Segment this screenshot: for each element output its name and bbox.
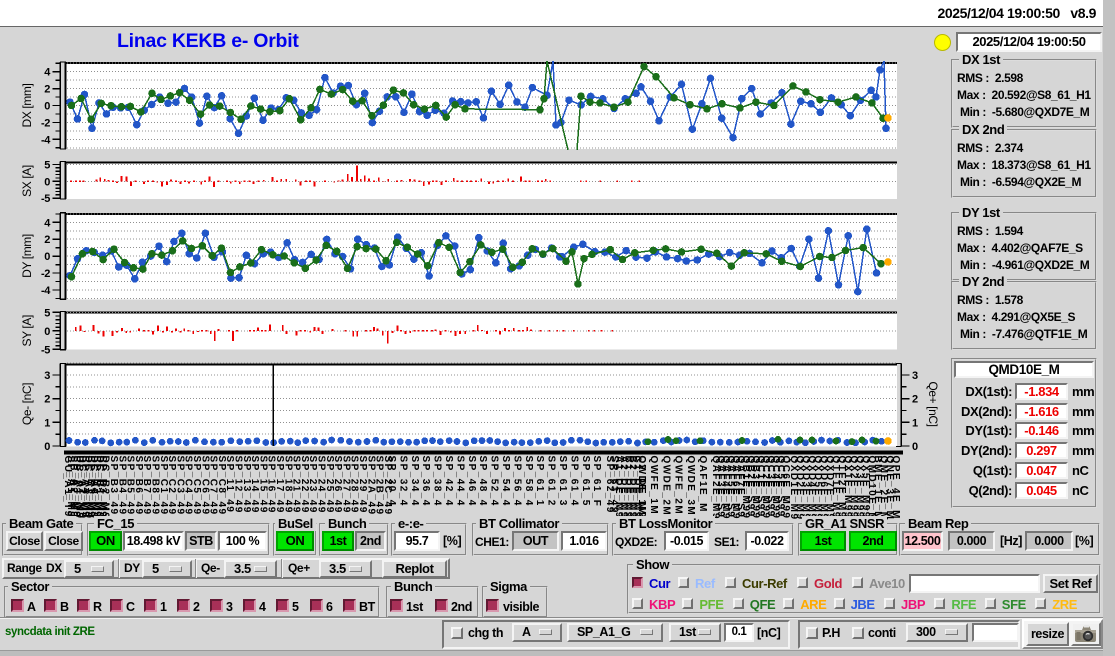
svg-text:1: 1 xyxy=(912,417,918,429)
svg-text:SP_58_4: SP_58_4 xyxy=(523,456,534,507)
svg-text:0: 0 xyxy=(44,326,50,338)
svg-text:2: 2 xyxy=(912,394,918,406)
svg-text:SP_54_4: SP_54_4 xyxy=(500,456,511,507)
svg-text:SP_61_1: SP_61_1 xyxy=(534,456,545,507)
svg-text:QPE_4E_M: QPE_4E_M xyxy=(890,456,901,520)
svg-text:SP_56_4: SP_56_4 xyxy=(511,456,522,507)
svg-text:SP_52_4: SP_52_4 xyxy=(489,456,500,507)
svg-text:SX [A]: SX [A] xyxy=(20,165,34,197)
svg-text:QWDE_1M: QWDE_1M xyxy=(636,456,647,517)
svg-text:-2: -2 xyxy=(41,117,50,129)
svg-text:QWFE_1M: QWFE_1M xyxy=(648,456,659,516)
svg-text:-4: -4 xyxy=(41,285,51,297)
svg-text:2: 2 xyxy=(44,234,50,246)
svg-text:SP_34_4: SP_34_4 xyxy=(409,456,420,507)
svg-text:SP_61_3: SP_61_3 xyxy=(557,456,568,507)
svg-text:5: 5 xyxy=(44,307,50,319)
svg-text:0: 0 xyxy=(44,101,50,113)
svg-text:-5: -5 xyxy=(41,193,50,205)
svg-text:SY [A]: SY [A] xyxy=(20,315,34,346)
svg-text:QAF1E_M: QAF1E_M xyxy=(697,456,708,513)
svg-text:5: 5 xyxy=(44,159,50,171)
svg-text:3: 3 xyxy=(44,370,50,382)
svg-text:0: 0 xyxy=(44,176,50,188)
svg-text:QWFE_2M: QWFE_2M xyxy=(673,456,684,516)
svg-text:SP_44_4: SP_44_4 xyxy=(454,456,465,507)
svg-text:0: 0 xyxy=(912,441,918,453)
svg-text:Qe- [nC]: Qe- [nC] xyxy=(20,383,34,425)
svg-text:QWDE_3M: QWDE_3M xyxy=(685,456,696,517)
svg-text:DX [mm]: DX [mm] xyxy=(20,84,34,128)
svg-text:3: 3 xyxy=(912,370,918,382)
svg-text:SP_46_4: SP_46_4 xyxy=(466,456,477,507)
svg-text:0: 0 xyxy=(44,251,50,263)
svg-text:SP_61_4: SP_61_4 xyxy=(568,456,579,507)
svg-text:SP_61_F: SP_61_F xyxy=(591,456,602,508)
svg-text:DY [mm]: DY [mm] xyxy=(20,234,34,278)
svg-text:SP_36_4: SP_36_4 xyxy=(420,456,431,507)
svg-text:-5: -5 xyxy=(41,344,50,356)
svg-text:QWDE_2M: QWDE_2M xyxy=(660,456,671,517)
svg-text:-2: -2 xyxy=(41,268,50,280)
svg-text:4: 4 xyxy=(44,217,51,229)
svg-text:SP_30_4: SP_30_4 xyxy=(386,456,397,507)
svg-text:-4: -4 xyxy=(41,134,51,146)
svg-text:SP_42_4: SP_42_4 xyxy=(443,456,454,507)
svg-text:2: 2 xyxy=(44,394,50,406)
svg-text:SP_38_4: SP_38_4 xyxy=(432,456,443,507)
svg-text:SP_61_2: SP_61_2 xyxy=(546,456,557,507)
svg-text:SP_61_5: SP_61_5 xyxy=(580,456,591,507)
svg-text:1: 1 xyxy=(44,417,50,429)
svg-text:Qe+ [nC]: Qe+ [nC] xyxy=(926,381,940,426)
svg-text:0: 0 xyxy=(44,441,50,453)
svg-text:4: 4 xyxy=(44,67,51,79)
svg-text:SP_32_4: SP_32_4 xyxy=(397,456,408,507)
svg-text:SP_48_4: SP_48_4 xyxy=(477,456,488,507)
svg-text:2: 2 xyxy=(44,84,50,96)
